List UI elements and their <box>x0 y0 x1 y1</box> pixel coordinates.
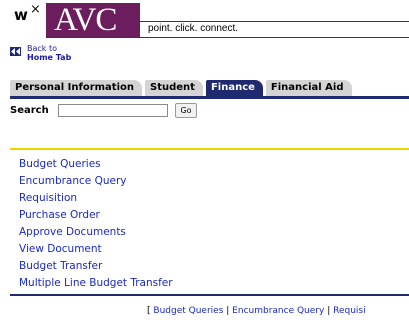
tagline: point. click. connect. <box>148 23 239 34</box>
footer-link-encumbrance-query[interactable]: Encumbrance Query <box>232 306 324 316</box>
menu-item-encumbrance-query[interactable]: Encumbrance Query <box>19 173 173 190</box>
footer-link-requisition[interactable]: Requisi <box>333 306 366 316</box>
search-label: Search <box>10 105 49 116</box>
tab-underline <box>10 96 409 99</box>
footer-links: [ Budget Queries | Encumbrance Query | R… <box>147 305 366 317</box>
back-link-text: Back to Home Tab <box>27 44 71 62</box>
back-line2: Home Tab <box>27 53 72 62</box>
go-button[interactable]: Go <box>175 103 197 118</box>
search-input[interactable] <box>58 104 168 117</box>
section-divider <box>10 148 409 150</box>
back-arrow-icon <box>10 47 21 56</box>
menu-item-budget-transfer[interactable]: Budget Transfer <box>19 258 173 275</box>
menu-item-multiple-line-budget-transfer[interactable]: Multiple Line Budget Transfer <box>19 275 173 292</box>
back-to-home-link[interactable]: Back to Home Tab <box>10 44 71 62</box>
menu-item-budget-queries[interactable]: Budget Queries <box>19 156 173 173</box>
tab-personal-information[interactable]: Personal Information <box>10 80 142 96</box>
menu-item-view-document[interactable]: View Document <box>19 241 173 258</box>
logo[interactable]: w × AVC point. click. connect. <box>0 0 409 38</box>
tab-finance[interactable]: Finance <box>205 80 263 96</box>
menu-item-purchase-order[interactable]: Purchase Order <box>19 207 173 224</box>
tab-financial-aid[interactable]: Financial Aid <box>265 80 352 96</box>
tab-student[interactable]: Student <box>145 80 203 96</box>
footer-divider <box>10 294 409 296</box>
logo-avc-text: AVC <box>54 2 117 38</box>
footer-open-bracket: [ <box>147 306 151 316</box>
footer-link-budget-queries[interactable]: Budget Queries <box>153 306 223 316</box>
tab-bar: Personal Information Student Finance Fin… <box>10 80 355 96</box>
menu-item-requisition[interactable]: Requisition <box>19 190 173 207</box>
footer-separator: | <box>327 306 331 316</box>
back-line1: Back to <box>27 44 57 53</box>
menu-item-approve-documents[interactable]: Approve Documents <box>19 224 173 241</box>
logo-w-letter: w <box>14 6 28 24</box>
logo-x-mark: × <box>30 2 41 17</box>
finance-menu: Budget Queries Encumbrance Query Requisi… <box>19 156 173 292</box>
footer-separator: | <box>226 306 230 316</box>
